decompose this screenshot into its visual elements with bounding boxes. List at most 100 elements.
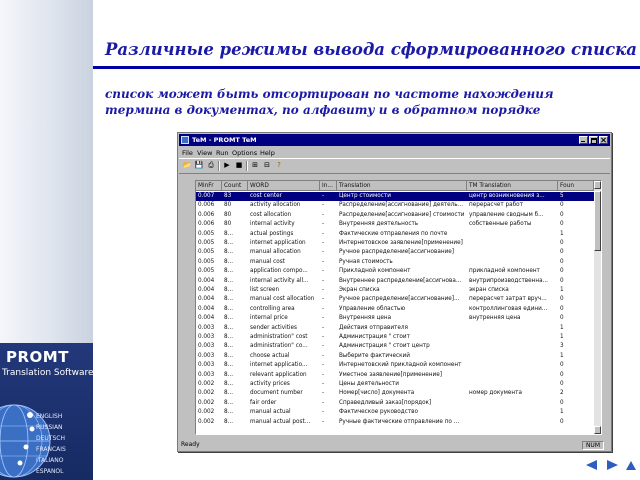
column-header-word[interactable]: WORD [248,181,320,191]
table-row[interactable]: 0.003 8... administration" co... - Администр… [196,342,594,351]
cell-tm-translation: центр возникновения з... [469,193,545,199]
cell-minfr: 0.006 [198,211,215,218]
next-slide-arrow-icon[interactable] [607,460,618,470]
print-icon[interactable]: ⎙ [206,161,216,170]
table-row[interactable]: 0.005 8... internet application - Интернетов… [196,239,594,248]
table-row[interactable]: 0.003 8... relevant application - Уместное з… [196,371,594,380]
help-icon[interactable]: ? [274,161,284,170]
table-row[interactable]: 0.002 8... document number - Номер[число] до… [196,389,594,398]
menu-view[interactable]: View [197,149,212,157]
menu-file[interactable]: File [182,149,193,157]
cell-found: 1 [560,230,564,237]
term-list-grid[interactable]: MinFr Count WORD In... Translation TM Tr… [195,180,602,435]
table-row[interactable]: 0.005 8... application compo... - Прикладной… [196,267,594,276]
cell-minfr: 0.002 [198,381,215,387]
cell-in: - [322,202,325,209]
cell-translation: Интернетовский прикладной компонент [339,362,462,369]
cell-count: 8... [224,418,234,425]
table-row[interactable]: 0.006 80 internal activity - Внутренняя деят… [196,220,594,229]
table-row[interactable]: 0.006 80 activity allocation - Распределение… [196,201,594,210]
language-item: ITALIANO [36,457,64,464]
save-icon[interactable]: 💾 [194,161,204,170]
export-icon[interactable]: ⊞ [250,161,260,170]
window-title: TeM - PROMT TeM [192,136,257,144]
cell-found: 5 [560,193,564,199]
cell-translation: Распределение[ассигнование] деятель... [339,202,464,209]
language-item: ENGLISH [36,413,63,420]
column-header-found[interactable]: Foun [558,181,594,191]
scroll-down-icon[interactable] [594,426,601,434]
cell-translation: Уместное заявление[применение] [339,371,442,378]
cell-minfr: 0.004 [198,315,215,322]
cell-found: 0 [560,202,564,209]
table-row[interactable]: 0.002 8... fair order - Справедливый заказ[п… [196,399,594,408]
cell-count: 8... [224,305,234,312]
maximize-button[interactable] [589,136,598,144]
import-icon[interactable]: ⊟ [262,161,272,170]
table-row[interactable]: 0.002 8... manual actual - Фактическое руков… [196,408,594,417]
cell-word: manual cost [250,258,285,265]
table-row[interactable]: 0.002 8... activity prices - Цены деятельнос… [196,380,594,389]
cell-word: actual postings [250,230,294,237]
cell-found: 1 [560,287,564,293]
stop-icon[interactable]: ■ [234,161,244,170]
table-row[interactable]: 0.003 8... choose actual - Выберите фактичес… [196,352,594,361]
column-header-minfr[interactable]: MinFr [196,181,222,191]
cell-in: - [322,193,325,199]
menu-options[interactable]: Options [232,149,257,157]
table-row[interactable]: 0.004 8... list screen - Экран списка экран с… [196,286,594,295]
table-row[interactable]: 0.004 8... internal price - Внутренняя цена в… [196,314,594,323]
open-icon[interactable]: 📂 [182,161,192,170]
cell-minfr: 0.004 [198,287,215,293]
table-row[interactable]: 0.003 8... internet applicatio... - Интернет… [196,361,594,370]
table-row[interactable]: 0.004 8... manual cost allocation - Ручное р… [196,295,594,304]
cell-tm-translation: внутрипроизводственна... [469,277,548,284]
table-row[interactable]: 0.004 8... internal activity all... - Внутре… [196,277,594,286]
menu-run[interactable]: Run [216,149,228,157]
cell-found: 0 [560,240,564,246]
minimize-button[interactable] [579,136,588,144]
cell-found: 0 [560,221,564,228]
column-header-tm-translation[interactable]: TM Translation [467,181,558,191]
run-icon[interactable]: ▶ [222,161,232,170]
table-row[interactable]: 0.004 8... controlling area - Управление обл… [196,305,594,314]
column-header-in[interactable]: In... [320,181,337,191]
cell-minfr: 0.004 [198,305,215,312]
cell-word: activity allocation [250,202,301,209]
scroll-thumb[interactable] [594,191,601,251]
table-row[interactable]: 0.003 8... administration" cost - Администра… [196,333,594,342]
table-row[interactable]: 0.003 8... sender activities - Действия отпр… [196,324,594,333]
cell-translation: Интернетовское заявление[применение] [339,240,463,246]
cell-count: 8... [224,287,234,293]
table-row[interactable]: 0.006 80 cost allocation - Распределение[асс… [196,211,594,220]
window-titlebar[interactable]: TeM - PROMT TeM [179,134,610,146]
column-header-count[interactable]: Count [222,181,248,191]
cell-translation: Ручная стоимость [339,258,393,265]
home-arrow-icon[interactable] [626,461,636,470]
table-row[interactable]: 0.005 8... manual allocation - Ручное распре… [196,248,594,257]
toolbar-separator [246,161,248,171]
cell-minfr: 0.004 [198,296,215,303]
table-row[interactable]: 0.007 83 cost center - Центр стоимости центр … [196,192,594,201]
cell-in: - [322,390,325,397]
close-button[interactable] [599,136,608,144]
cell-found: 0 [560,418,564,425]
table-row[interactable]: 0.005 8... manual cost - Ручная стоимость 0 [196,258,594,267]
menu-help[interactable]: Help [260,149,275,157]
column-header-translation[interactable]: Translation [337,181,467,191]
cell-word: administration" co... [250,343,308,350]
cell-tm-translation: контроллинговая едини... [469,305,548,312]
grid-header: MinFr Count WORD In... Translation TM Tr… [196,181,594,191]
previous-slide-arrow-icon[interactable] [586,460,597,470]
cell-in: - [322,287,325,293]
table-row[interactable]: 0.002 8... manual actual post... - Ручные фа… [196,418,594,427]
cell-word: application compo... [250,268,308,275]
vertical-scrollbar[interactable] [594,181,601,434]
cell-count: 8... [224,371,234,378]
app-icon [181,136,189,144]
cell-tm-translation [467,324,558,333]
cell-translation: Цены деятельности [339,381,399,387]
table-row[interactable]: 0.005 8... actual postings - Фактические отп… [196,230,594,239]
scroll-up-icon[interactable] [594,181,601,189]
cell-tm-translation [467,418,558,427]
